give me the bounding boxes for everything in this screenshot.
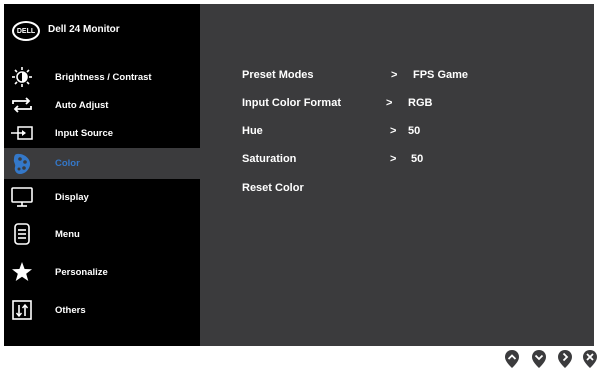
setting-saturation[interactable]: Saturation > 50 — [242, 153, 582, 171]
menu-item-label: Menu — [55, 228, 80, 240]
monitor-model-title: Dell 24 Monitor — [48, 24, 120, 35]
menu-item-label: Input Source — [55, 127, 114, 139]
input-source-icon — [10, 121, 34, 145]
sidebar: DELL Dell 24 Monitor Brightness / Contra… — [4, 4, 200, 346]
submenu-arrow: > — [386, 97, 393, 109]
dell-logo: DELL — [12, 21, 40, 41]
right-arrow-icon[interactable] — [557, 349, 573, 369]
menu-document-icon — [10, 222, 34, 246]
setting-label: Hue — [242, 125, 263, 137]
color-settings-panel: Preset Modes > FPS Game Input Color Form… — [200, 4, 594, 346]
submenu-arrow: > — [390, 153, 397, 165]
setting-input-color-format[interactable]: Input Color Format > RGB — [242, 97, 582, 115]
menu-item-label: Color — [55, 158, 80, 169]
setting-value: FPS Game — [413, 69, 469, 81]
menu-item-label: Personalize — [55, 266, 108, 278]
menu-item-personalize[interactable]: Personalize — [4, 256, 200, 288]
osd-header: DELL Dell 24 Monitor — [4, 4, 200, 56]
menu-item-label: Display — [55, 191, 89, 203]
submenu-arrow: > — [391, 69, 398, 81]
setting-value: 50 — [411, 153, 424, 165]
menu-item-input-source[interactable]: Input Source — [4, 118, 200, 148]
setting-value: 50 — [408, 125, 421, 137]
setting-reset-color[interactable]: Reset Color — [242, 182, 582, 200]
close-icon[interactable] — [582, 349, 598, 369]
display-monitor-icon — [10, 185, 34, 209]
setting-preset-modes[interactable]: Preset Modes > FPS Game — [242, 69, 582, 87]
auto-adjust-icon — [10, 93, 34, 117]
joystick-controls — [0, 349, 598, 369]
menu-item-others[interactable]: Others — [4, 294, 200, 326]
star-icon — [10, 260, 34, 284]
brightness-icon — [10, 65, 34, 89]
setting-label: Saturation — [242, 153, 297, 165]
setting-hue[interactable]: Hue > 50 — [242, 125, 582, 143]
down-arrow-icon[interactable] — [531, 349, 547, 369]
color-palette-icon — [10, 152, 34, 176]
menu-item-brightness-contrast[interactable]: Brightness / Contrast — [4, 62, 200, 92]
setting-label: Reset Color — [242, 182, 304, 194]
up-arrow-icon[interactable] — [504, 349, 520, 369]
menu-item-label: Brightness / Contrast — [55, 71, 152, 83]
menu-item-display[interactable]: Display — [4, 181, 200, 213]
setting-label: Preset Modes — [242, 69, 314, 81]
menu-item-auto-adjust[interactable]: Auto Adjust — [4, 90, 200, 120]
menu-item-label: Others — [55, 304, 86, 316]
menu-item-menu[interactable]: Menu — [4, 218, 200, 250]
menu-item-color[interactable]: Color — [4, 148, 200, 179]
setting-value: RGB — [408, 97, 433, 109]
others-sliders-icon — [10, 298, 34, 322]
setting-label: Input Color Format — [242, 97, 341, 109]
monitor-osd: DELL Dell 24 Monitor Brightness / Contra… — [4, 4, 594, 346]
submenu-arrow: > — [390, 125, 397, 137]
menu-item-label: Auto Adjust — [55, 99, 109, 111]
